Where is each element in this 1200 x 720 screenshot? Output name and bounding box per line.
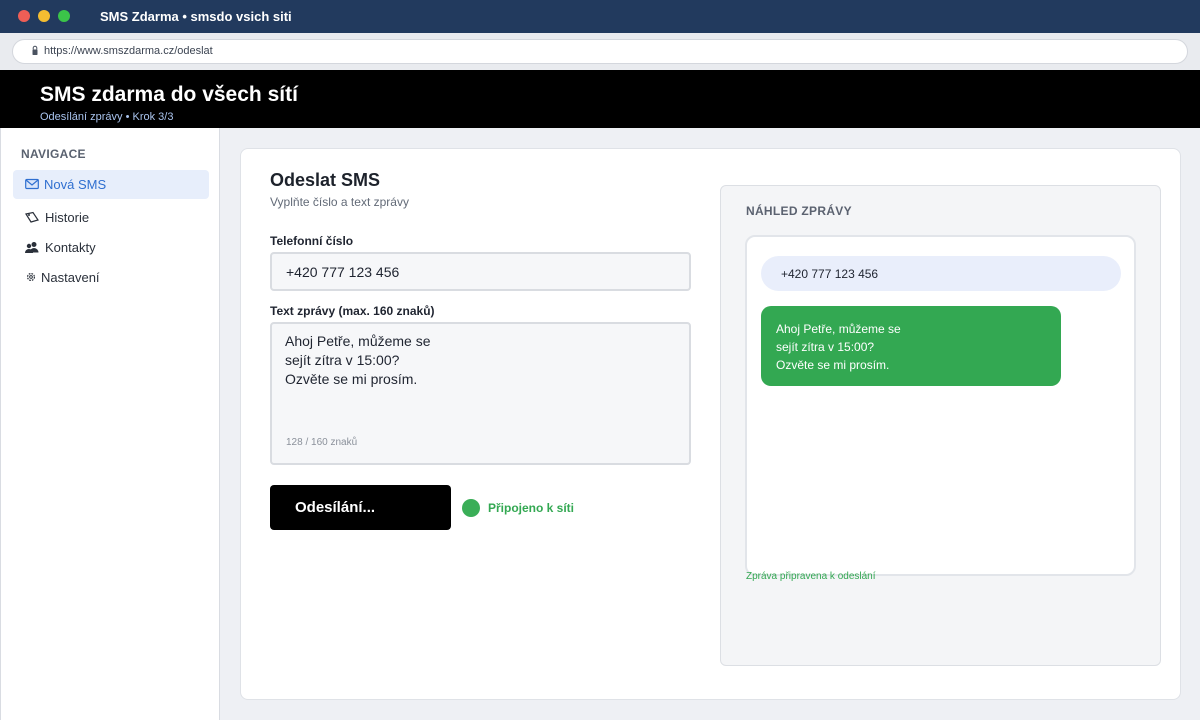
ready-status-text: Zpráva připravena k odeslání [746, 571, 876, 582]
nav-heading: NAVIGACE [21, 147, 86, 161]
site-header: SMS zdarma do všech sítí Odesílání zpráv… [0, 70, 1200, 128]
site-title: SMS zdarma do všech sítí [40, 83, 298, 106]
browser-address-bar: https://www.smszdarma.cz/odeslat [0, 33, 1200, 70]
sidebar-item-nastaveni[interactable]: Nastavení [13, 263, 209, 292]
message-label: Text zprávy (max. 160 znaků) [270, 304, 435, 318]
contacts-icon [25, 242, 39, 253]
sidebar-item-nova-sms[interactable]: Nová SMS [13, 170, 209, 199]
message-bubble-text: Ahoj Petře, můžeme se sejít zítra v 15:0… [776, 322, 901, 372]
phone-number-input[interactable] [270, 252, 691, 291]
window-title: SMS Zdarma • smsdo vsich siti [100, 9, 292, 24]
message-textarea[interactable]: Ahoj Petře, můžeme se sejít zítra v 15:0… [285, 332, 665, 422]
maximize-window-button[interactable] [58, 10, 70, 22]
page-title: Odeslat SMS [270, 170, 381, 190]
minimize-window-button[interactable] [38, 10, 50, 22]
preview-screen: +420 777 123 456 Ahoj Petře, můžeme se s… [745, 235, 1136, 576]
preview-title: NÁHLED ZPRÁVY [746, 204, 852, 218]
sidebar: NAVIGACE Nová SMS Historie Kontakty Nast… [0, 128, 220, 720]
lock-icon [32, 45, 38, 55]
message-bubble: Ahoj Petře, můžeme se sejít zítra v 15:0… [761, 306, 1061, 386]
char-counter: 128 / 160 znaků [286, 437, 358, 448]
sidebar-item-kontakty[interactable]: Kontakty [13, 233, 209, 262]
recipient-number: +420 777 123 456 [781, 267, 879, 281]
connection-status-text: Připojeno k síti [488, 501, 575, 515]
recipient-pill: +420 777 123 456 [761, 256, 1121, 291]
message-preview-panel: NÁHLED ZPRÁVY +420 777 123 456 Ahoj Petř… [720, 185, 1161, 666]
gear-icon [26, 272, 36, 282]
breadcrumb: Odesílání zprávy • Krok 3/3 [40, 111, 174, 123]
phone-label: Telefonní číslo [270, 234, 354, 248]
sms-form-card: Odeslat SMS Vyplňte číslo a text zprávy … [240, 148, 1181, 700]
close-window-button[interactable] [18, 10, 30, 22]
message-field[interactable]: Ahoj Petře, můžeme se sejít zítra v 15:0… [270, 322, 691, 465]
window-titlebar: SMS Zdarma • smsdo vsich siti [0, 0, 1200, 33]
send-button[interactable]: Odesílání... [270, 485, 451, 530]
connection-status-indicator [462, 499, 480, 517]
sidebar-item-historie[interactable]: Historie [13, 203, 209, 232]
tag-icon [25, 211, 39, 223]
sidebar-item-label: Historie [45, 210, 90, 225]
url-text: https://www.smszdarma.cz/odeslat [44, 45, 213, 57]
url-field[interactable]: https://www.smszdarma.cz/odeslat [12, 39, 1188, 64]
sidebar-item-label: Nastavení [41, 270, 100, 285]
page-subtitle: Vyplňte číslo a text zprávy [270, 195, 409, 209]
sidebar-item-label: Kontakty [45, 240, 96, 255]
sidebar-item-label: Nová SMS [44, 177, 107, 192]
envelope-icon [25, 178, 39, 190]
